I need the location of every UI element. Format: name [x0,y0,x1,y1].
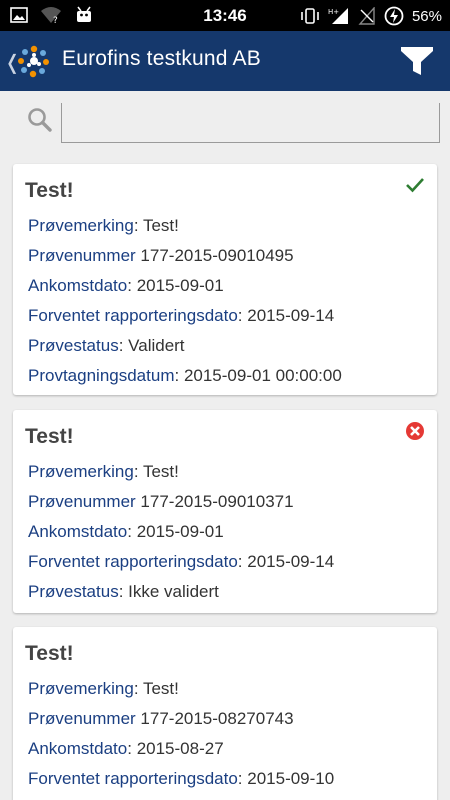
field-row: Provtagningsdatum: 2015-09-01 00:00:00 [28,366,342,385]
battery-percentage: 56% [411,7,442,25]
field-row: Forventet rapporteringsdato: 2015-09-14 [28,552,335,571]
error-icon [406,422,424,440]
signal-icon: H+ [328,8,348,24]
field-value: 177-2015-08270743 [140,709,294,728]
sample-card[interactable]: Test! Prøvemerking: Test! Prøvenummer 17… [13,627,437,800]
field-row: Prøvestatus: Validert [28,336,185,355]
field-label: Provtagningsdatum [28,366,175,385]
sample-card[interactable]: Test! Prøvemerking: Test! Prøvenummer 17… [13,410,437,613]
field-value: 2015-09-01 [136,522,224,541]
search-icon [28,108,52,132]
search-input[interactable] [61,103,440,143]
field-row: Prøvemerking: Test! [28,462,179,481]
field-value: Test! [142,679,179,698]
field-value: 2015-09-01 00:00:00 [183,366,342,385]
field-label: Forventet rapporteringsdato [28,552,238,571]
field-label: Prøvestatus [28,336,119,355]
no-sim-icon [358,7,375,25]
field-value: 2015-09-10 [247,769,335,788]
field-value: Test! [142,216,179,235]
card-title: Test! [25,425,74,448]
search-bar [0,91,450,153]
field-label: Ankomstdato [28,522,128,541]
field-row: Prøvestatus: Ikke validert [28,582,219,601]
field-row: Prøvenummer 177-2015-09010495 [28,241,342,271]
field-value: Test! [142,462,179,481]
field-row: Forventet rapporteringsdato: 2015-09-10 [28,769,335,788]
field-row: Ankomstdato: 2015-09-01 [28,522,224,541]
check-icon [406,178,424,193]
field-list: Prøvemerking: Test! Prøvenummer 177-2015… [28,674,334,794]
field-label: Prøvestatus [28,582,119,601]
field-value: Validert [128,336,185,355]
svg-text:H+: H+ [328,8,339,16]
field-label: Prøvenummer [28,246,136,265]
field-value: 2015-08-27 [136,739,224,758]
page-title: Eurofins testkund AB [62,47,261,70]
field-label: Ankomstdato [28,739,128,758]
field-value: 2015-09-14 [247,306,335,325]
field-label: Prøvemerking [28,679,134,698]
vibrate-icon [301,8,319,24]
card-title: Test! [25,179,74,202]
field-row: Prøvenummer 177-2015-09010371 [28,487,334,517]
card-title: Test! [25,642,74,665]
field-row: Forventet rapporteringsdato: 2015-09-14 [28,306,335,325]
field-value: 2015-09-01 [136,276,224,295]
field-list: Prøvemerking: Test! Prøvenummer 177-2015… [28,457,334,607]
battery-saver-icon [384,6,404,26]
field-row: Prøvenummer 177-2015-08270743 [28,704,334,734]
field-label: Prøvenummer [28,492,136,511]
field-value: Ikke validert [128,582,219,601]
field-row: Ankomstdato: 2015-09-01 [28,276,224,295]
filter-icon[interactable] [400,44,434,78]
sample-card[interactable]: Test! Prøvemerking: Test! Prøvenummer 17… [13,164,437,395]
field-label: Prøvemerking [28,462,134,481]
field-label: Ankomstdato [28,276,128,295]
status-bar: ? 13:46 H+ 56% [0,0,450,31]
eurofins-logo-icon[interactable] [17,44,51,78]
field-row: Prøvemerking: Test! [28,679,179,698]
field-value: 2015-09-14 [247,552,335,571]
field-list: Prøvemerking: Test! Prøvenummer 177-2015… [28,211,342,391]
field-label: Prøvenummer [28,709,136,728]
field-label: Forventet rapporteringsdato [28,306,238,325]
field-label: Prøvemerking [28,216,134,235]
field-value: 177-2015-09010371 [140,492,294,511]
field-label: Forventet rapporteringsdato [28,769,238,788]
field-row: Ankomstdato: 2015-08-27 [28,739,224,758]
app-bar: ❬ Eurofins testkund AB [0,31,450,91]
field-row: Prøvemerking: Test! [28,216,179,235]
field-value: 177-2015-09010495 [140,246,294,265]
